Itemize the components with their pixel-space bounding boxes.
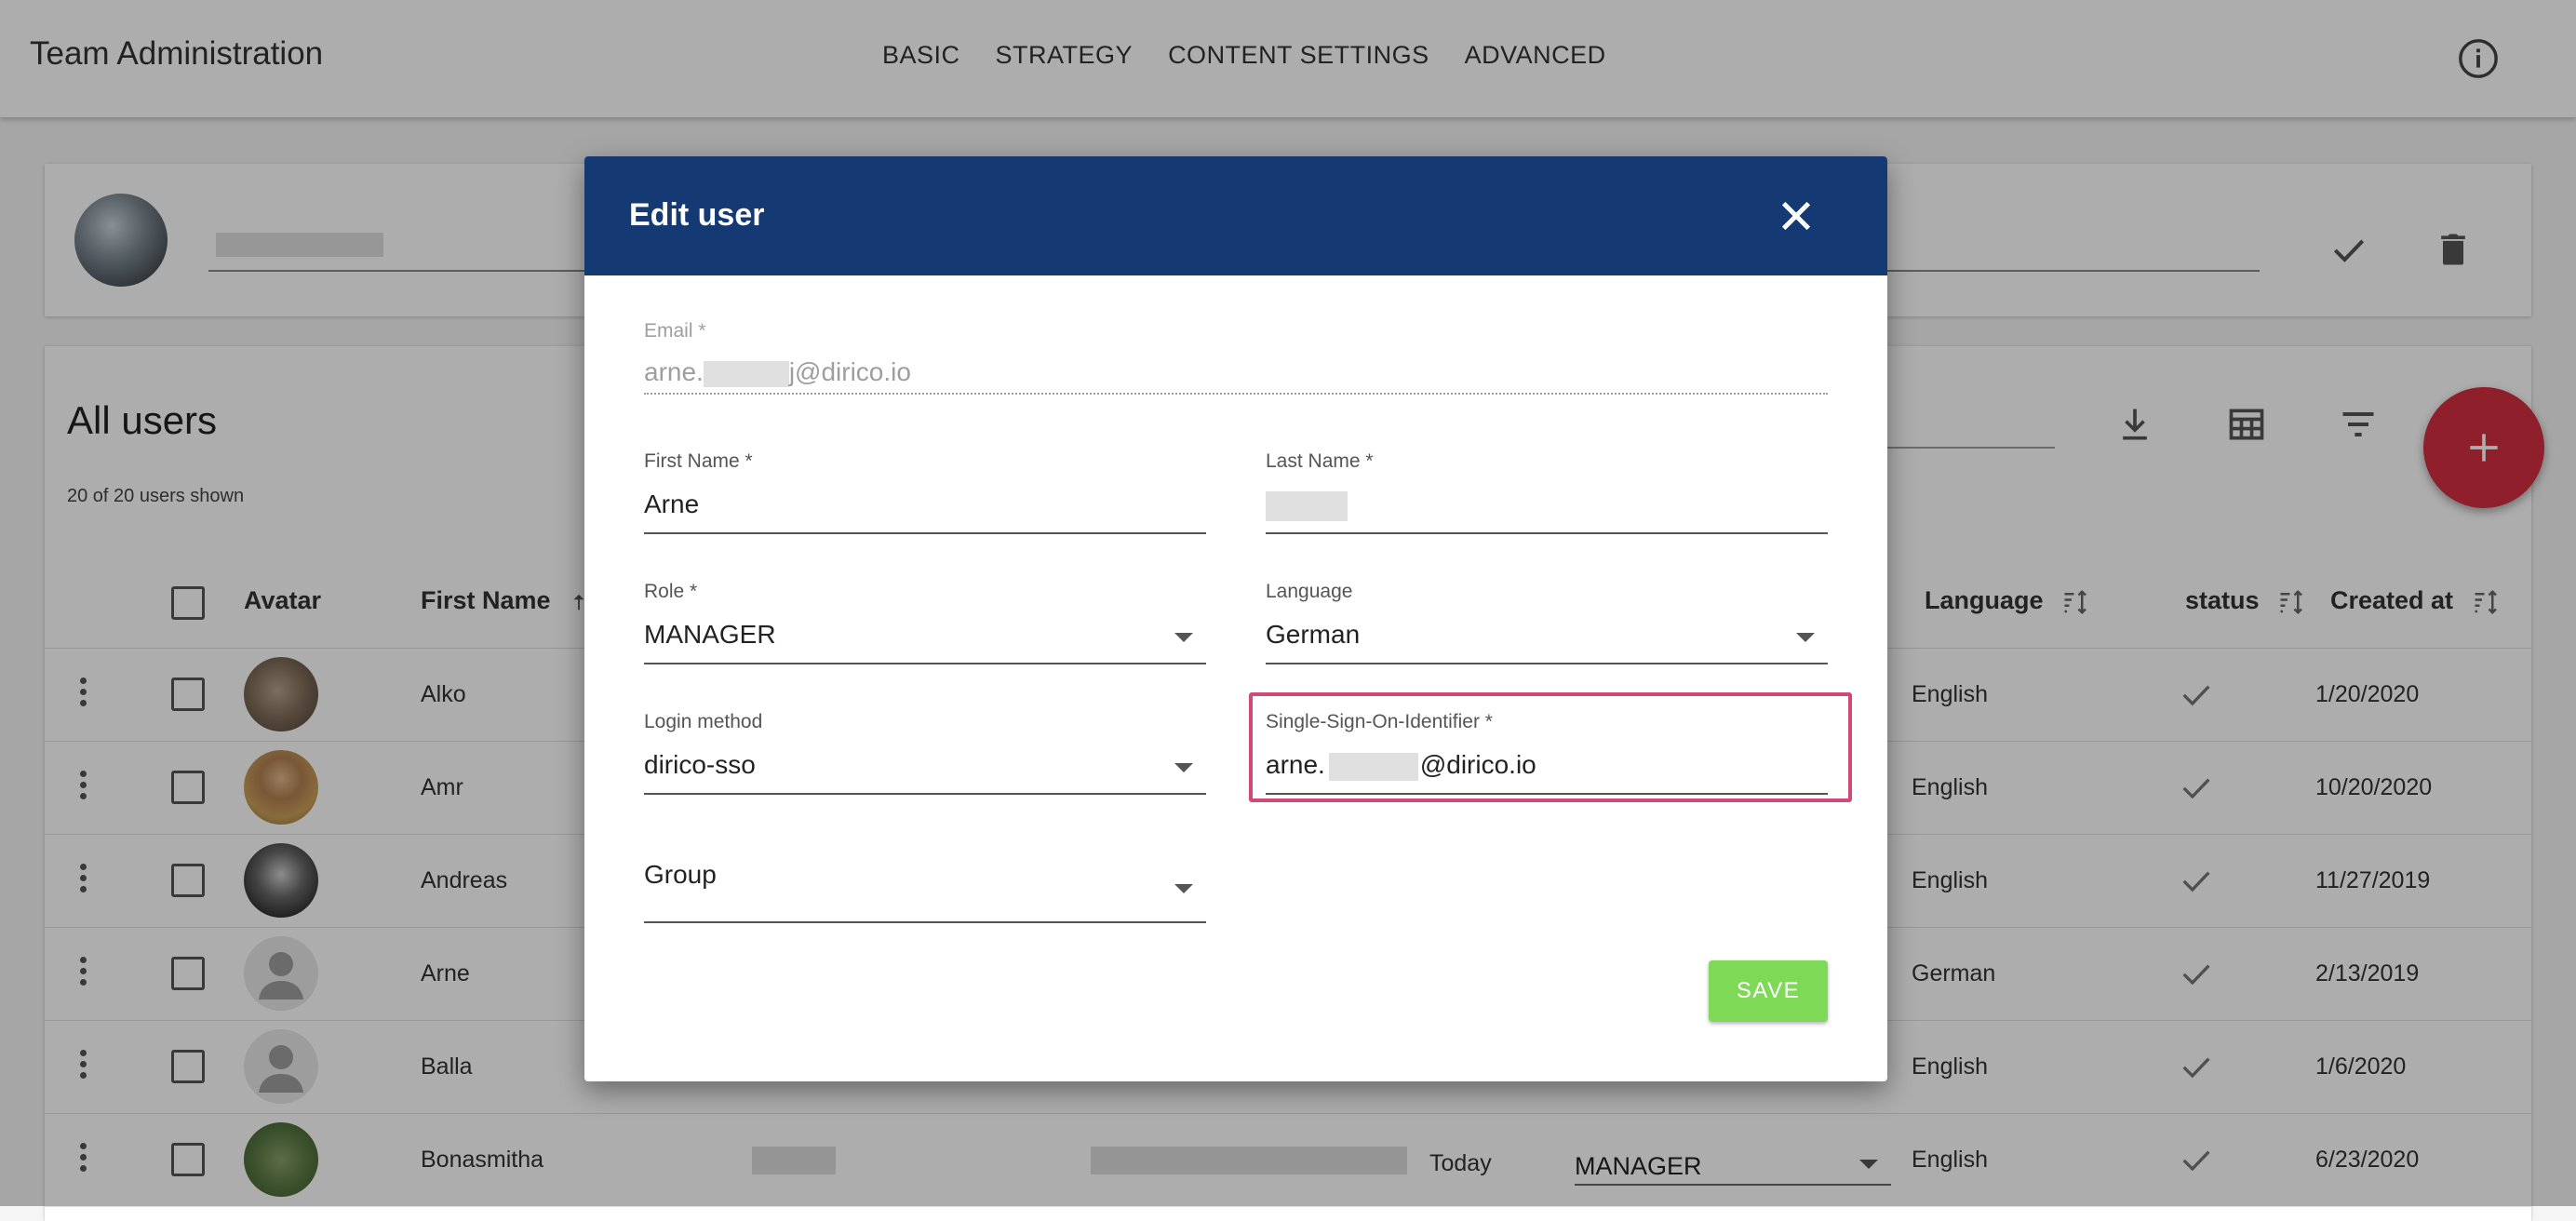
language-select[interactable]: Language German	[1266, 581, 1828, 666]
group-label: Group	[644, 860, 717, 889]
sso-identifier-value: arne. @dirico.io	[1266, 750, 1536, 781]
sso-identifier-label: Single-Sign-On-Identifier *	[1266, 711, 1493, 732]
first-name-value: Arne	[644, 490, 700, 518]
sso-identifier-field[interactable]: Single-Sign-On-Identifier * arne. @dirico…	[1266, 711, 1828, 797]
email-value-suffix: j@dirico.io	[788, 357, 911, 386]
group-underline	[644, 921, 1206, 923]
last-name-field[interactable]: Last Name *	[1266, 450, 1828, 536]
login-method-label: Login method	[644, 711, 763, 732]
edit-user-dialog: Edit user Email * arne. j@dirico.io First…	[584, 156, 1887, 1081]
login-method-underline	[644, 793, 1206, 795]
close-icon[interactable]	[1778, 197, 1815, 235]
role-underline	[644, 663, 1206, 664]
role-value: MANAGER	[644, 620, 776, 649]
role-label: Role *	[644, 581, 698, 602]
dialog-title: Edit user	[629, 197, 765, 233]
email-underline	[644, 393, 1828, 395]
login-method-value: dirico-sso	[644, 750, 756, 779]
first-name-underline	[644, 532, 1206, 534]
email-value: arne. j@dirico.io	[644, 357, 911, 387]
language-value: German	[1266, 620, 1361, 649]
dialog-header: Edit user	[584, 156, 1887, 275]
email-value-prefix: arne.	[644, 357, 704, 386]
first-name-field[interactable]: First Name * Arne	[644, 450, 1206, 536]
first-name-label: First Name *	[644, 450, 753, 472]
chevron-down-icon	[1174, 763, 1193, 772]
chevron-down-icon	[1796, 633, 1815, 642]
login-method-select[interactable]: Login method dirico-sso	[644, 711, 1206, 797]
email-field: Email * arne. j@dirico.io	[644, 320, 1828, 395]
chevron-down-icon	[1174, 884, 1193, 893]
language-underline	[1266, 663, 1828, 664]
redacted-text	[1266, 491, 1348, 521]
group-select[interactable]: Group	[644, 860, 1206, 925]
email-label: Email *	[644, 320, 706, 342]
language-label: Language	[1266, 581, 1353, 602]
redacted-text	[703, 360, 789, 387]
chevron-down-icon	[1174, 633, 1193, 642]
sso-value-prefix: arne.	[1266, 750, 1325, 779]
sso-value-suffix: @dirico.io	[1419, 750, 1536, 779]
redacted-text	[1328, 752, 1418, 781]
last-name-label: Last Name *	[1266, 450, 1374, 472]
sso-identifier-underline	[1266, 793, 1828, 795]
role-select[interactable]: Role * MANAGER	[644, 581, 1206, 666]
save-button[interactable]: SAVE	[1709, 960, 1828, 1022]
last-name-underline	[1266, 532, 1828, 534]
